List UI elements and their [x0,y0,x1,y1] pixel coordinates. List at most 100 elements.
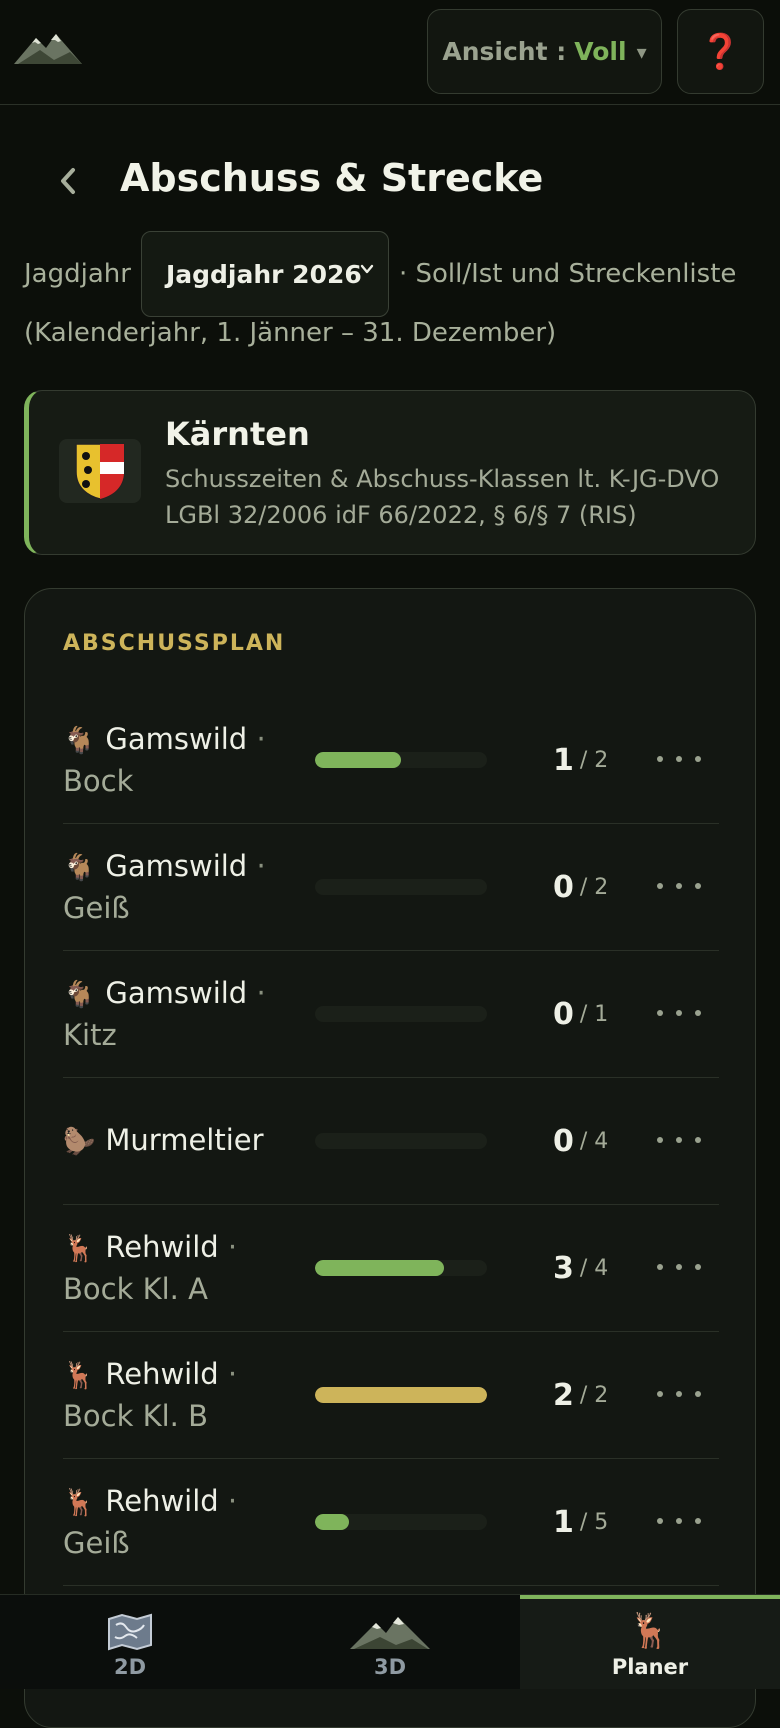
help-icon: ❓ [699,31,742,72]
tab-2d[interactable]: 2D [0,1595,260,1689]
separator: · [227,1357,238,1391]
progress-fill [315,1387,487,1403]
soll-value: / 2 [579,874,609,900]
progress-bar [315,752,487,768]
tab-3d[interactable]: 3D [260,1595,520,1689]
help-button[interactable]: ❓ [677,9,764,94]
plan-row-name: 🐐 Gamswild · Kitz [63,951,303,1077]
separator: · [256,722,266,756]
year-select[interactable]: Jagdjahr 2026 [140,231,389,317]
region-description: Schusszeiten & Abschuss-Klassen lt. K-JG… [165,465,720,529]
ist-value: 1 [553,1504,574,1540]
more-options-icon[interactable] [657,1249,701,1285]
year-suffix: · Soll/Ist und Streckenliste [398,259,737,289]
year-select-value: Jagdjahr 2026 [165,259,362,289]
chevron-down-icon: ▾ [636,39,647,64]
top-bar: Ansicht : Voll ▾ ❓ [0,0,780,105]
deer-icon: 🦌 [63,1234,96,1264]
ist-value: 0 [553,996,574,1032]
abschussplan-card: ABSCHUSSPLAN 🐐 Gamswild · Bock 1/ 2 🐐 Gams… [24,588,756,1728]
ist-value: 1 [553,742,574,778]
progress-bar [315,1260,487,1276]
more-options-icon[interactable] [657,995,701,1031]
progress-fill [315,752,401,768]
count: 3/ 4 [553,1205,608,1331]
plan-row[interactable]: 🦌 Rehwild · Geiß 1/ 5 [63,1459,719,1586]
progress-bar [315,1006,487,1022]
crest-container [59,439,141,503]
deer-icon: 🦌 [628,1611,672,1651]
region-name: Kärnten [165,415,310,453]
species-label: Rehwild [105,1357,219,1391]
plan-row-name: 🦌 Rehwild · Geiß [63,1459,303,1585]
tab-planer[interactable]: 🦌 Planer [520,1595,780,1689]
tab-label: Planer [611,1655,689,1679]
chamois-icon: 🐐 [63,853,96,883]
plan-row-name: 🐐 Gamswild · Bock [63,697,303,823]
more-options-icon[interactable] [657,1376,701,1412]
deer-icon: 🦌 [63,1361,96,1391]
plan-row[interactable]: 🐐 Gamswild · Geiß 0/ 2 [63,824,719,951]
back-chevron-icon[interactable] [58,166,78,196]
count: 0/ 4 [553,1078,608,1204]
class-label: Bock [63,764,134,798]
plan-row[interactable]: 🦫 Murmeltier 0/ 4 [63,1078,719,1205]
soll-value: / 2 [579,747,609,773]
more-options-icon[interactable] [657,868,701,904]
plan-row[interactable]: 🐐 Gamswild · Kitz 0/ 1 [63,951,719,1078]
chamois-icon: 🐐 [63,726,96,756]
plan-row-name: 🦌 Rehwild · Bock Kl. A [63,1205,303,1331]
count: 0/ 2 [553,824,608,950]
map-icon [108,1613,152,1651]
year-row: Jagdjahr Jagdjahr 2026 · Soll/Ist und St… [24,230,736,318]
soll-value: / 4 [579,1128,609,1154]
more-options-icon[interactable] [657,741,701,777]
ist-value: 0 [553,869,574,905]
count: 2/ 2 [553,1332,608,1458]
region-card: Kärnten Schusszeiten & Abschuss-Klassen … [24,390,756,555]
page-title: Abschuss & Strecke [120,156,544,200]
species-label: Gamswild [105,849,248,883]
tab-label: 3D [373,1655,407,1679]
class-label: Geiß [63,1526,130,1560]
separator: · [227,1230,238,1264]
species-label: Murmeltier [105,1123,264,1157]
marmot-icon: 🦫 [63,1127,96,1157]
ist-value: 3 [553,1250,574,1286]
calendar-note: (Kalenderjahr, 1. Jänner – 31. Dezember) [24,318,557,348]
plan-row[interactable]: 🦌 Rehwild · Bock Kl. A 3/ 4 [63,1205,719,1332]
class-label: Geiß [63,891,130,925]
soll-value: / 2 [579,1382,609,1408]
count: 1/ 2 [553,697,608,823]
ist-value: 2 [553,1377,574,1413]
species-label: Rehwild [105,1484,219,1518]
class-label: Bock Kl. B [63,1399,208,1433]
species-label: Gamswild [105,976,248,1010]
section-title: ABSCHUSSPLAN [63,631,286,656]
view-mode-button[interactable]: Ansicht : Voll ▾ [427,9,662,94]
species-label: Gamswild [105,722,248,756]
progress-bar [315,1514,487,1530]
class-label: Kitz [63,1018,117,1052]
separator: · [256,976,266,1010]
count: 0/ 1 [553,951,608,1077]
view-mode-value: Voll [574,37,627,66]
plan-list: 🐐 Gamswild · Bock 1/ 2 🐐 Gamswild · Geiß 0… [63,697,719,1586]
progress-bar [315,1133,487,1149]
chevron-down-icon [360,264,374,274]
progress-bar [315,879,487,895]
plan-row-name: 🦌 Rehwild · Bock Kl. B [63,1332,303,1458]
count: 1/ 5 [553,1459,608,1585]
more-options-icon[interactable] [657,1503,701,1539]
species-label: Rehwild [105,1230,219,1264]
soll-value: / 4 [579,1255,609,1281]
mountain-logo-icon[interactable] [14,30,84,70]
more-options-icon[interactable] [657,1122,701,1158]
plan-row[interactable]: 🐐 Gamswild · Bock 1/ 2 [63,697,719,824]
soll-value: / 5 [579,1509,609,1535]
deer-icon: 🦌 [63,1488,96,1518]
separator: · [227,1484,238,1518]
plan-row[interactable]: 🦌 Rehwild · Bock Kl. B 2/ 2 [63,1332,719,1459]
bottom-nav: 2D 3D 🦌 Planer [0,1594,780,1689]
soll-value: / 1 [579,1001,609,1027]
